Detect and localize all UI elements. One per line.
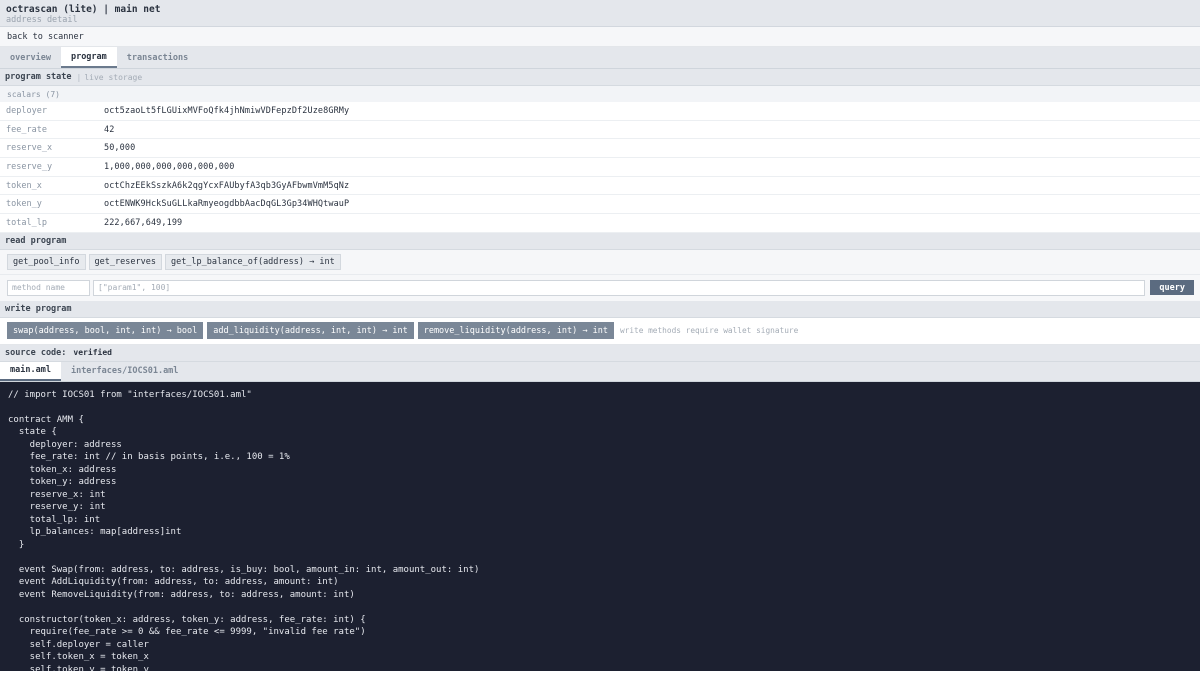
source-code-title: source code: <box>5 347 67 358</box>
tab-program[interactable]: program <box>60 47 117 68</box>
scalar-value: octENWK9HckSuGLLkaRmyeogdbbAacDqGL3Gp34W… <box>104 199 350 210</box>
program-state-subtitle: live storage <box>84 72 143 82</box>
verified-badge: verified <box>73 348 112 358</box>
read-method-get-lp-balance-button[interactable]: get_lp_balance_of(address) → int <box>164 253 341 270</box>
back-bar: back to scanner <box>0 27 1200 47</box>
file-tabs: main.aml interfaces/IOCS01.aml <box>0 361 1200 382</box>
write-program-header: write program <box>0 300 1200 318</box>
scalar-key: reserve_x <box>6 143 53 154</box>
read-program-panel: get_pool_info get_reserves get_lp_balanc… <box>0 249 1200 301</box>
table-row: total_lp 222,667,649,199 <box>0 214 1200 233</box>
read-methods: get_pool_info get_reserves get_lp_balanc… <box>0 250 1200 275</box>
table-row: fee_rate 42 <box>0 120 1200 140</box>
tab-interfaces-iocs01-aml[interactable]: interfaces/IOCS01.aml <box>61 362 188 381</box>
scalar-key: deployer <box>6 105 47 116</box>
table-row: token_y octENWK9HckSuGLLkaRmyeogdbbAacDq… <box>0 195 1200 215</box>
tab-main-aml[interactable]: main.aml <box>0 361 61 381</box>
write-program-title: write program <box>5 303 72 314</box>
app-title: octrascan (lite) | main net <box>6 4 161 15</box>
page-header: octrascan (lite) | main net address deta… <box>0 0 1200 27</box>
scalar-value: 222,667,649,199 <box>104 217 183 228</box>
page-subtitle: address detail <box>6 15 78 25</box>
scalar-key: total_lp <box>6 217 47 228</box>
read-program-header: read program <box>0 232 1200 250</box>
scalar-value: oct5zaoLt5fLGUixMVFoQfk4jhNmiwVDFepzDf2U… <box>104 105 350 116</box>
source-code-block: // import IOCS01 from "interfaces/IOCS01… <box>0 381 1200 671</box>
scalar-key: token_y <box>6 199 42 210</box>
params-input[interactable]: ["param1", 100] <box>93 279 1146 296</box>
read-method-get-pool-info-button[interactable]: get_pool_info <box>7 253 86 270</box>
scalar-value: 1,000,000,000,000,000,000 <box>104 161 235 172</box>
scalar-key: reserve_y <box>6 161 53 172</box>
read-method-get-reserves-button[interactable]: get_reserves <box>88 253 162 270</box>
section-separator: | <box>76 72 82 82</box>
table-row: reserve_x 50,000 <box>0 139 1200 159</box>
scalar-value: 50,000 <box>104 143 136 154</box>
write-methods: swap(address, bool, int, int) → bool add… <box>0 317 1200 345</box>
table-row: deployer oct5zaoLt5fLGUixMVFoQfk4jhNmiwV… <box>0 102 1200 121</box>
table-row: reserve_y 1,000,000,000,000,000,000 <box>0 158 1200 177</box>
tab-overview[interactable]: overview <box>0 47 61 68</box>
scalar-key: token_x <box>6 180 42 191</box>
write-method-add-liquidity-button[interactable]: add_liquidity(address, int, int) → int <box>207 322 414 340</box>
back-to-scanner-link[interactable]: back to scanner <box>7 32 84 42</box>
table-row: token_x octChzEEkSszkA6k2qgYcxFAUbyfA3qb… <box>0 176 1200 196</box>
scalars-label: scalars (7) <box>0 86 1200 102</box>
tab-transactions[interactable]: transactions <box>117 47 198 68</box>
read-program-title: read program <box>5 235 67 246</box>
scalars-table: deployer oct5zaoLt5fLGUixMVFoQfk4jhNmiwV… <box>0 102 1200 233</box>
scalar-value: 42 <box>104 124 115 135</box>
program-state-header: program state | live storage <box>0 69 1200 86</box>
scalar-key: fee_rate <box>6 124 47 135</box>
source-code-header: source code: verified <box>0 344 1200 362</box>
main-tabs: overview program transactions <box>0 47 1200 69</box>
write-note: write methods require wallet signature <box>619 326 799 336</box>
query-button[interactable]: query <box>1150 280 1194 296</box>
write-method-remove-liquidity-button[interactable]: remove_liquidity(address, int) → int <box>417 322 614 340</box>
method-name-input[interactable]: method name <box>7 279 90 296</box>
query-row: method name ["param1", 100] query <box>0 275 1200 301</box>
write-method-swap-button[interactable]: swap(address, bool, int, int) → bool <box>7 322 204 340</box>
scalar-value: octChzEEkSszkA6k2qgYcxFAUbyfA3qb3GyAFbwm… <box>104 180 350 191</box>
program-state-title: program state <box>5 72 72 82</box>
